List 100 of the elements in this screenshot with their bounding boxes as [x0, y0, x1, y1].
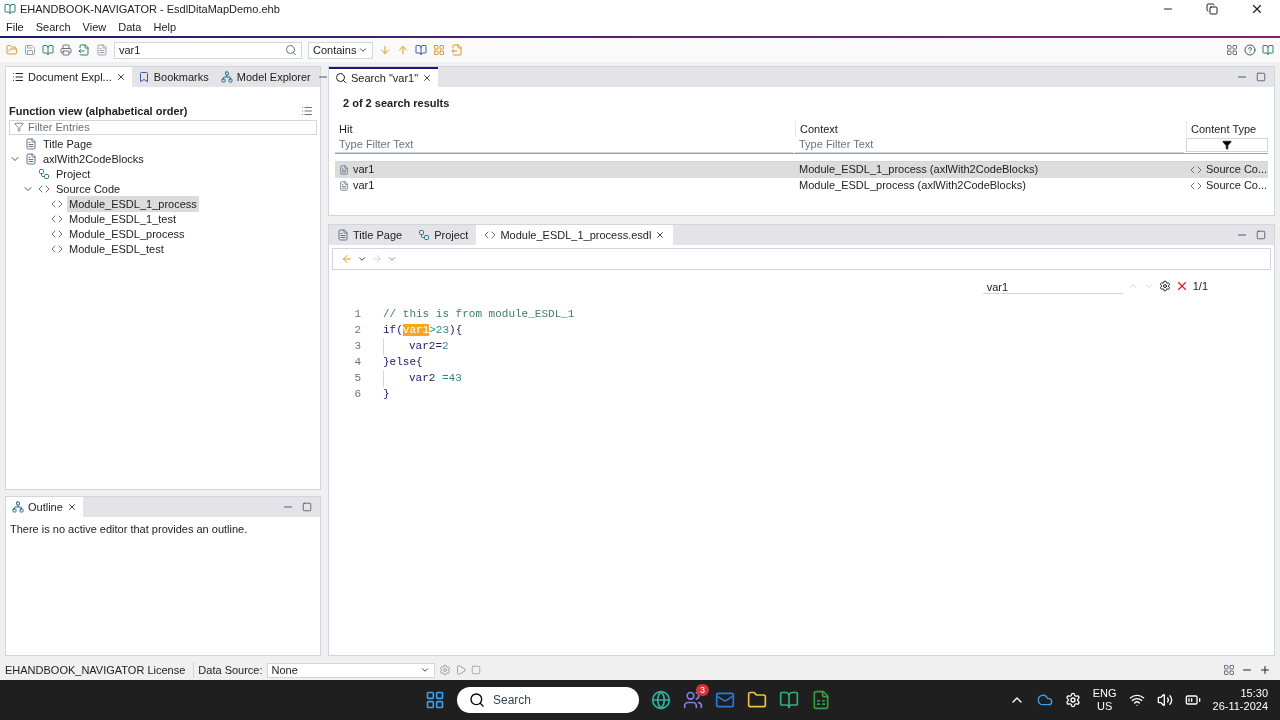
filter-field[interactable]: Filter Entries: [9, 119, 317, 135]
zoom-in-icon[interactable]: [1259, 664, 1271, 676]
tree-item[interactable]: Project: [54, 165, 93, 183]
save-icon[interactable]: [24, 44, 36, 56]
network-icon: [220, 71, 233, 83]
menu-item[interactable]: File: [6, 18, 24, 36]
book-app-icon[interactable]: [779, 690, 799, 710]
filter-icon: [14, 122, 24, 132]
close-icon[interactable]: [422, 73, 433, 83]
list-icon: [12, 71, 24, 83]
wifi-icon[interactable]: [1128, 692, 1145, 708]
code-file-icon: [51, 213, 63, 225]
project-icon: [38, 168, 50, 180]
match-count: 1/1: [1192, 279, 1208, 294]
tree-item[interactable]: Module_ESDL_process: [67, 225, 187, 243]
column-header[interactable]: Hit: [335, 120, 795, 138]
caret-icon[interactable]: [387, 254, 397, 264]
folder-icon[interactable]: [747, 690, 767, 710]
taskbar-search[interactable]: Search: [457, 687, 639, 713]
filter-icon: [1222, 139, 1232, 150]
filter-button[interactable]: [1186, 137, 1268, 152]
line-number: 1: [353, 307, 362, 323]
match-mode-dropdown[interactable]: Contains: [308, 41, 374, 59]
panel-tab[interactable]: Bookmarks: [131, 67, 215, 87]
menu-item[interactable]: Help: [153, 18, 177, 36]
code-line: var2=2: [383, 338, 449, 355]
search-field[interactable]: var1: [114, 41, 302, 59]
filter-field[interactable]: Type Filter Text: [335, 135, 793, 154]
tree-item[interactable]: axlWith2CodeBlocks: [41, 150, 146, 168]
code-line: if(var1>23){: [383, 323, 463, 339]
gear-icon[interactable]: [1064, 692, 1081, 708]
panel-tab[interactable]: Document Expl...: [6, 67, 132, 87]
clock-time[interactable]: 15:30: [1240, 687, 1268, 700]
window-title: EHANDBOOK-NAVIGATOR - EsdlDitaMapDemo.ehb: [20, 1, 280, 17]
spreadsheet-icon[interactable]: [811, 690, 831, 710]
code-line: }: [383, 387, 390, 403]
app-logo-icon: [4, 3, 16, 15]
book-icon[interactable]: [415, 44, 428, 56]
maximize-icon[interactable]: [1256, 230, 1266, 240]
line-number: 5: [353, 371, 362, 387]
code-line: var2 =43: [383, 370, 462, 387]
line-number: 2: [353, 323, 362, 339]
language-label[interactable]: ENG: [1092, 687, 1117, 700]
data-source-label: Data Source:: [193, 661, 263, 679]
pdf-icon[interactable]: [96, 44, 108, 56]
close-icon[interactable]: [1250, 2, 1264, 16]
context-cell-text: Module_ESDL_1_process (axlWith2CodeBlocks): [798, 162, 1040, 178]
result-row[interactable]: var1 Module_ESDL_process (axlWith2CodeBlocks) Source Co...: [335, 177, 1268, 194]
context-cell-text: Module_ESDL_process (axlWith2CodeBlocks): [798, 178, 1027, 194]
search-icon: [285, 44, 297, 56]
mail-icon[interactable]: [715, 690, 735, 710]
maximize-icon[interactable]: [1256, 72, 1266, 82]
column-header[interactable]: Context: [795, 120, 1186, 138]
hit-cell-text: var1: [353, 162, 375, 178]
panel-tab[interactable]: Model Explorer: [214, 67, 317, 87]
close-icon[interactable]: [655, 230, 666, 240]
close-icon[interactable]: [115, 72, 126, 82]
editor-tab[interactable]: Title Page: [329, 225, 411, 245]
layout-icon[interactable]: [1226, 44, 1238, 56]
menu-item[interactable]: Data: [118, 18, 142, 36]
outline-icon: [12, 501, 24, 513]
tree-item[interactable]: Module_ESDL_1_process: [67, 195, 199, 213]
export-icon[interactable]: [78, 44, 90, 56]
book-icon[interactable]: [1262, 44, 1274, 56]
print-icon[interactable]: [60, 44, 72, 56]
editor-tab[interactable]: Module_ESDL_1_process.esdl: [476, 225, 674, 245]
restore-icon[interactable]: [1206, 3, 1218, 15]
editor-tab[interactable]: Project: [410, 225, 477, 245]
line-number: 6: [353, 387, 362, 403]
maximize-icon[interactable]: [302, 502, 312, 512]
column-header[interactable]: Content Type: [1186, 120, 1268, 138]
data-source-dropdown[interactable]: None: [266, 662, 435, 678]
volume-icon[interactable]: [1156, 692, 1173, 708]
close-icon[interactable]: [66, 502, 77, 512]
caret-icon[interactable]: [357, 254, 367, 264]
play-icon[interactable]: [454, 664, 467, 676]
settings-icon[interactable]: [1158, 280, 1171, 293]
battery-icon[interactable]: [1184, 692, 1201, 708]
menu-item[interactable]: Search: [35, 18, 71, 36]
layout-icon[interactable]: [1223, 664, 1235, 676]
tree-item[interactable]: Title Page: [41, 135, 95, 153]
code-file-icon: [51, 228, 63, 240]
browser-icon[interactable]: [651, 690, 671, 710]
tree-item[interactable]: Module_ESDL_1_test: [67, 210, 178, 228]
start-icon[interactable]: [425, 690, 445, 710]
list-options-icon[interactable]: [301, 105, 313, 118]
book-icon[interactable]: [42, 44, 54, 56]
grid-icon[interactable]: [433, 44, 446, 56]
code-file-icon: [38, 183, 50, 195]
cloud-icon[interactable]: [1036, 692, 1053, 708]
menu-item[interactable]: View: [82, 18, 107, 36]
clock-date[interactable]: 26-11-2024: [1212, 700, 1268, 713]
filter-field[interactable]: Type Filter Text: [795, 135, 1184, 154]
panel-tab[interactable]: Outline: [6, 497, 83, 517]
search-icon: [469, 692, 485, 708]
region-label[interactable]: US: [1097, 700, 1113, 713]
tree-item[interactable]: Module_ESDL_test: [67, 240, 166, 258]
tree-item[interactable]: Source Code: [54, 180, 123, 198]
panel-tab[interactable]: Search "var1": [329, 67, 439, 87]
help-icon[interactable]: [1244, 44, 1256, 56]
